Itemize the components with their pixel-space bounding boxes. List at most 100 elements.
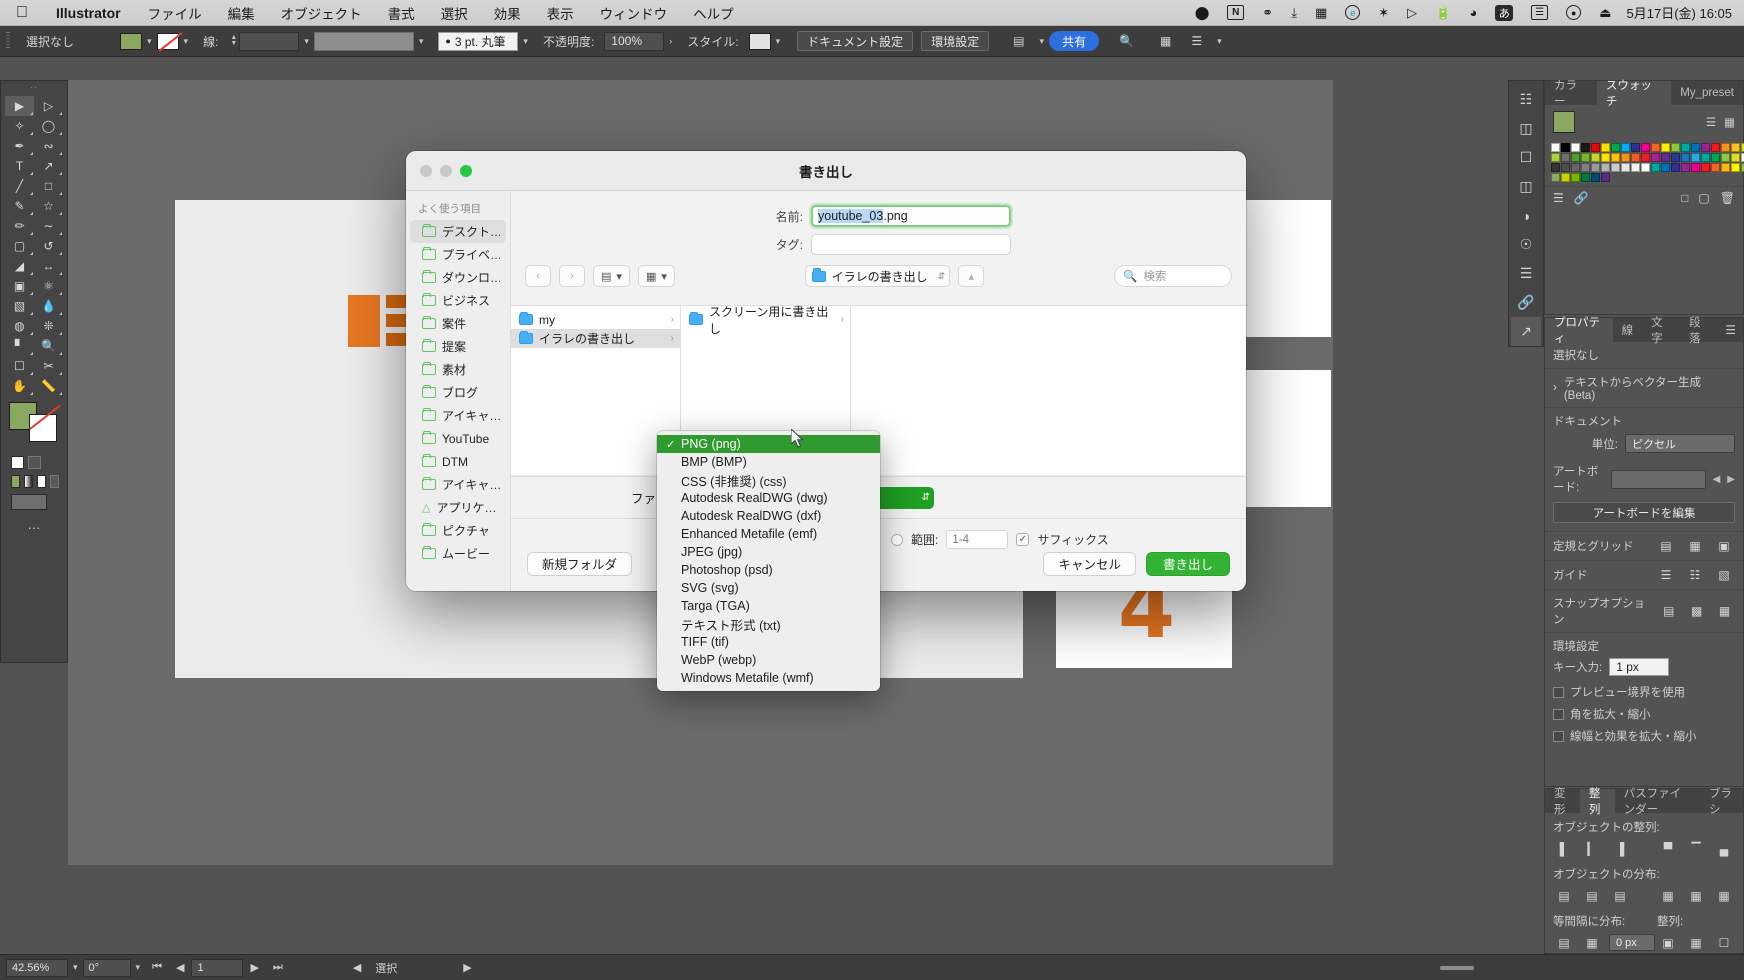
libraries-icon[interactable]: ☷ bbox=[1511, 85, 1541, 114]
share-button[interactable]: 共有 bbox=[1049, 31, 1099, 51]
color-fill-icon[interactable] bbox=[11, 475, 20, 488]
fill-chevron-down-icon[interactable]: ▾ bbox=[142, 36, 157, 47]
swatch-link-icon[interactable]: 🔗 bbox=[1574, 191, 1589, 205]
sidebar-item-blog[interactable]: ブログ bbox=[410, 381, 506, 404]
stroke-profile-field[interactable] bbox=[314, 32, 414, 51]
layers-icon[interactable]: ☰ bbox=[1511, 259, 1541, 288]
group-sort-button[interactable]: ▦ ▾ bbox=[638, 265, 675, 287]
grid-icon[interactable]: ▦ bbox=[1684, 537, 1706, 555]
swatch-grid[interactable] bbox=[1545, 139, 1743, 186]
menu-item-window[interactable]: ウィンドウ bbox=[587, 3, 681, 23]
stroke-width-chevron-down-icon[interactable]: ▾ bbox=[299, 36, 314, 47]
sidebar-item-business[interactable]: ビジネス bbox=[410, 289, 506, 312]
bluetooth-icon[interactable]: ✶ bbox=[1369, 5, 1398, 21]
opacity-field[interactable]: 100% bbox=[604, 32, 664, 51]
edge-icon[interactable]: e bbox=[1336, 5, 1369, 20]
tool-symbol-sprayer[interactable]: ❊ bbox=[34, 316, 63, 336]
tool-lasso[interactable]: ◯ bbox=[34, 116, 63, 136]
tool-paintbrush[interactable]: ✎ bbox=[5, 196, 34, 216]
snap-pixel-icon[interactable]: ▦ bbox=[1714, 602, 1735, 620]
snap-point-icon[interactable]: ▩ bbox=[1686, 602, 1707, 620]
back-button[interactable]: ‹ bbox=[525, 265, 551, 287]
export-for-screens-icon[interactable]: ↗ bbox=[1511, 317, 1541, 346]
toolbox-grip[interactable]: ·· bbox=[1, 81, 67, 92]
wifi-icon[interactable]: ◕ bbox=[1460, 5, 1486, 20]
menu-item-file[interactable]: ファイル bbox=[135, 3, 215, 23]
snap-grid-icon[interactable]: ▤ bbox=[1658, 602, 1679, 620]
menubar-clock[interactable]: 5月17日(金) 16:05 bbox=[1621, 3, 1744, 22]
grid-view-icon[interactable]: ▦ bbox=[1724, 115, 1735, 129]
prev-page-icon[interactable]: ◀ bbox=[169, 961, 191, 974]
menu-item-type[interactable]: 書式 bbox=[375, 3, 428, 23]
tool-selection[interactable]: ▶ bbox=[5, 96, 34, 116]
brush-chevron-down-icon[interactable]: ▾ bbox=[518, 36, 533, 47]
align-right-icon[interactable]: ▐ bbox=[1609, 840, 1631, 858]
eject-icon[interactable]: ⏏ bbox=[1590, 5, 1620, 21]
properties-panel-menu-icon[interactable]: ☰ bbox=[1718, 318, 1743, 342]
tool-shaper[interactable]: ☆ bbox=[34, 196, 63, 216]
align-top-icon[interactable]: ▀ bbox=[1657, 840, 1679, 858]
file-format-dropdown[interactable]: ✓ PNG (png) BMP (BMP) CSS (非推奨) (css) Au… bbox=[657, 431, 880, 691]
zoom-chevron-down-icon[interactable]: ▾ bbox=[68, 962, 83, 973]
record-icon[interactable]: ⬤ bbox=[1186, 5, 1219, 21]
view-mode-button[interactable]: ▤ ▾ bbox=[593, 265, 630, 287]
browser-column-1[interactable]: my › イラレの書き出し › bbox=[511, 306, 681, 475]
search-field[interactable]: 🔍 検索 bbox=[1114, 265, 1232, 287]
document-setup-button[interactable]: ドキュメント設定 bbox=[797, 31, 913, 51]
swatch-group-icon[interactable]: □ bbox=[1681, 191, 1688, 205]
tool-touch-type[interactable]: ↗ bbox=[34, 156, 63, 176]
distribute-right-icon[interactable]: ▦ bbox=[1713, 887, 1735, 905]
artboard-prev-icon[interactable]: ◀ bbox=[1713, 474, 1721, 485]
tab-character[interactable]: 文字 bbox=[1642, 318, 1680, 342]
guides-make-icon[interactable]: ▧ bbox=[1713, 566, 1735, 584]
tab-paragraph[interactable]: 段落 bbox=[1680, 318, 1718, 342]
browser-column-3[interactable] bbox=[851, 306, 1246, 475]
tab-transform[interactable]: 変形 bbox=[1545, 789, 1580, 813]
tool-artboard[interactable]: ☐ bbox=[5, 356, 34, 376]
sidebar-item-private[interactable]: プライベ… bbox=[410, 243, 506, 266]
unit-select[interactable]: ピクセル bbox=[1625, 434, 1735, 453]
workspace-chevron-down-icon[interactable]: ▾ bbox=[1212, 36, 1227, 47]
tool-blend[interactable]: ◍ bbox=[5, 316, 34, 336]
spacing-v-icon[interactable]: ▤ bbox=[1553, 934, 1575, 952]
stroke-color-swatch[interactable] bbox=[157, 33, 179, 50]
current-swatch[interactable] bbox=[1553, 111, 1575, 133]
menu-item-object[interactable]: オブジェクト bbox=[268, 3, 375, 23]
distribute-center-v-icon[interactable]: ▤ bbox=[1581, 887, 1603, 905]
menu-item-edit[interactable]: 編集 bbox=[215, 3, 268, 23]
creative-cloud-icon[interactable]: ⚭ bbox=[1253, 5, 1282, 21]
3d-icon[interactable]: ◫ bbox=[1511, 114, 1541, 143]
dropdown-item-bmp[interactable]: BMP (BMP) bbox=[657, 453, 880, 471]
graphic-style-swatch[interactable] bbox=[749, 33, 771, 50]
tab-color[interactable]: カラー bbox=[1545, 81, 1597, 105]
layout-icon[interactable]: ▦ bbox=[1306, 5, 1336, 21]
tab-swatches[interactable]: スウォッチ bbox=[1597, 81, 1671, 105]
align-icon[interactable]: ▤ bbox=[1003, 34, 1034, 48]
menu-item-help[interactable]: ヘルプ bbox=[680, 3, 747, 23]
browser-row-illustrator-export[interactable]: イラレの書き出し › bbox=[511, 329, 680, 348]
distribute-top-icon[interactable]: ▤ bbox=[1553, 887, 1575, 905]
align-center-v-icon[interactable]: ▔ bbox=[1685, 840, 1707, 858]
align-to-selection-icon[interactable]: ▣ bbox=[1657, 934, 1679, 952]
default-colors-icon[interactable] bbox=[11, 456, 24, 469]
swatch-delete-icon[interactable]: 🗑 bbox=[1720, 191, 1735, 205]
status-prev-icon[interactable]: ◀ bbox=[346, 961, 368, 974]
edit-artboards-button[interactable]: アートボードを編集 bbox=[1553, 502, 1735, 523]
export-button[interactable]: 書き出し bbox=[1146, 552, 1230, 576]
dropdown-item-dwg[interactable]: Autodesk RealDWG (dwg) bbox=[657, 489, 880, 507]
dropdown-item-tiff[interactable]: TIFF (tif) bbox=[657, 633, 880, 651]
user-icon[interactable]: ● bbox=[1557, 5, 1590, 20]
search-icon[interactable]: 🔍 bbox=[1109, 34, 1144, 48]
tool-eraser[interactable]: ▢ bbox=[5, 236, 34, 256]
tool-column-graph[interactable]: ▘ bbox=[5, 336, 34, 356]
sidebar-item-anken[interactable]: 案件 bbox=[410, 312, 506, 335]
tags-input[interactable] bbox=[811, 234, 1011, 255]
tool-scale[interactable]: ◢ bbox=[5, 256, 34, 276]
draw-mode-icon[interactable] bbox=[50, 475, 59, 488]
dropdown-item-targa[interactable]: Targa (TGA) bbox=[657, 597, 880, 615]
sidebar-item-sozai[interactable]: 素材 bbox=[410, 358, 506, 381]
battery-icon[interactable]: 🔋 bbox=[1426, 5, 1460, 21]
tool-zoom[interactable]: 🔍 bbox=[34, 336, 63, 356]
guides-lock-icon[interactable]: ☷ bbox=[1684, 566, 1706, 584]
list-view-icon[interactable]: ☰ bbox=[1706, 115, 1716, 129]
